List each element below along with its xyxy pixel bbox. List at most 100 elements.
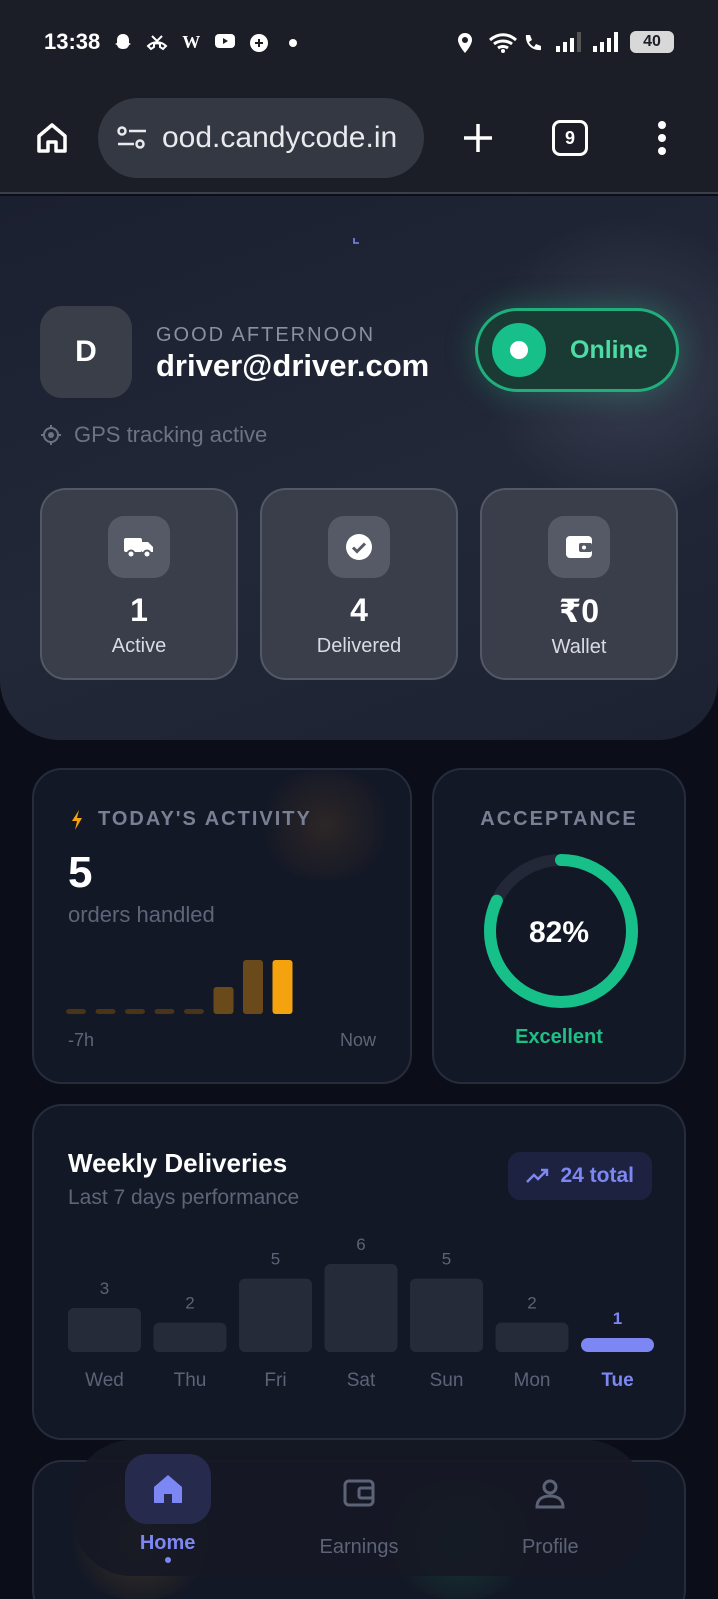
weekly-bar-value: 6	[356, 1238, 365, 1254]
signal-strength-icon-1	[556, 32, 581, 52]
tab-count-icon: 9	[552, 120, 588, 156]
activity-bar	[184, 1009, 204, 1014]
online-status-toggle[interactable]: Online	[475, 308, 679, 392]
weekly-deliveries-card[interactable]: Weekly Deliveries Last 7 days performanc…	[32, 1104, 686, 1440]
weekly-bar-value: 5	[442, 1250, 451, 1269]
missed-call-icon	[146, 32, 168, 52]
browser-toolbar: ood.candycode.in 9	[0, 84, 718, 194]
location-icon	[454, 32, 476, 53]
loading-spinner-icon	[353, 238, 359, 244]
greeting-text: GOOD AFTERNOON	[156, 324, 376, 346]
weekly-day-label: Sat	[347, 1370, 376, 1391]
driver-email: driver@driver.com	[156, 348, 430, 383]
stat-card-delivered[interactable]: 4 Delivered	[260, 488, 458, 680]
total-badge-text: 24 total	[560, 1164, 634, 1187]
status-left: 13:38 W	[44, 29, 304, 55]
snapchat-icon	[112, 32, 134, 52]
activity-bar	[66, 1009, 86, 1014]
trending-up-icon	[526, 1168, 549, 1183]
weekly-day-label: Sun	[430, 1370, 464, 1391]
weekly-day-label: Fri	[264, 1370, 286, 1391]
stat-value: 1	[130, 592, 148, 628]
url-bar[interactable]: ood.candycode.in	[98, 98, 424, 178]
nav-item-profile[interactable]: Profile	[480, 1458, 620, 1559]
more-notifications-dot-icon	[282, 32, 304, 52]
nav-item-home[interactable]: Home	[98, 1453, 238, 1563]
weekly-bar-value: 2	[527, 1294, 536, 1313]
nav-icon-wrap	[507, 1458, 593, 1528]
weekly-bar[interactable]	[410, 1278, 483, 1352]
activity-bar	[213, 987, 234, 1014]
weekly-bar-value: 2	[185, 1294, 194, 1313]
axis-start-label: -7h	[68, 1030, 95, 1050]
activity-card[interactable]: TODAY'S ACTIVITY 5 orders handled -7h No…	[32, 768, 412, 1084]
stat-icon-box	[108, 516, 170, 578]
wallet-icon	[566, 536, 592, 558]
activity-bar	[125, 1009, 145, 1014]
wifi-icon	[488, 32, 517, 53]
weekly-bar-value: 1	[613, 1309, 622, 1328]
home-icon	[153, 1474, 182, 1503]
weekly-bar[interactable]	[324, 1264, 398, 1352]
url-text: ood.candycode.in	[162, 121, 398, 154]
browser-menu-button[interactable]	[638, 114, 686, 162]
weekly-bar[interactable]	[68, 1308, 141, 1352]
status-right: 40	[454, 31, 674, 53]
acceptance-card[interactable]: ACCEPTANCE 82% Excellent	[432, 768, 686, 1084]
battery-icon: 40	[630, 31, 674, 53]
nav-label: Earnings	[319, 1535, 399, 1558]
activity-bar	[154, 1009, 175, 1014]
avatar[interactable]: D	[40, 306, 132, 398]
gps-status-text: GPS tracking active	[74, 422, 268, 447]
acceptance-value: 82%	[528, 916, 590, 949]
site-settings-icon	[117, 126, 146, 149]
stat-icon-box	[548, 516, 610, 578]
stat-card-wallet[interactable]: ₹0 Wallet	[480, 488, 678, 680]
weekly-day-label: Tue	[601, 1370, 633, 1391]
tab-switcher-button[interactable]: 9	[546, 114, 594, 162]
weekly-bar-value: 5	[271, 1250, 280, 1269]
weekly-bar[interactable]	[581, 1338, 654, 1352]
home-outline-icon	[37, 123, 67, 153]
nav-label: Profile	[521, 1535, 579, 1558]
activity-title: TODAY'S ACTIVITY	[70, 808, 312, 831]
browser-home-button[interactable]	[28, 114, 76, 162]
activity-title-text: TODAY'S ACTIVITY	[98, 808, 312, 830]
status-bar: 13:38 W 40	[0, 0, 718, 84]
weekly-bar[interactable]	[153, 1322, 227, 1352]
activity-bar	[95, 1009, 116, 1014]
youtube-icon	[214, 32, 236, 52]
activity-value: 5	[68, 848, 93, 897]
weekly-day-label: Thu	[174, 1370, 207, 1391]
stat-label: Wallet	[551, 636, 607, 658]
gps-target-icon	[41, 425, 61, 445]
app-notification-icon	[248, 32, 270, 52]
weekly-day-label: Wed	[85, 1370, 124, 1391]
nav-item-earnings[interactable]: Earnings	[289, 1458, 429, 1559]
stat-icon-box	[328, 516, 390, 578]
new-tab-button[interactable]	[454, 114, 502, 162]
stat-value: ₹0	[558, 593, 600, 629]
user-icon	[535, 1479, 565, 1508]
stat-label: Active	[111, 635, 167, 657]
signal-strength-icon-2	[593, 32, 618, 52]
acceptance-rating: Excellent	[515, 1026, 603, 1048]
weekly-bar-chart: 3 Wed 2 Thu 5 Fri 6 Sat 5 Sun 2 Mon 1 Tue	[68, 1238, 654, 1391]
nav-icon-wrap	[316, 1458, 402, 1528]
active-indicator-dot	[164, 1556, 171, 1563]
activity-sparkbar-chart	[66, 960, 293, 1014]
stat-card-active[interactable]: 1 Active	[40, 488, 238, 680]
wordpress-w-icon: W	[182, 32, 201, 52]
gps-status: GPS tracking active	[40, 422, 267, 448]
wallet-icon	[343, 1479, 375, 1506]
weekly-bar[interactable]	[495, 1322, 569, 1352]
axis-end-label: Now	[339, 1030, 376, 1050]
toggle-knob	[492, 323, 546, 377]
truck-icon	[124, 538, 153, 559]
driver-header: D GOOD AFTERNOON driver@driver.com Onlin…	[0, 196, 718, 740]
weekly-title: Weekly Deliveries	[68, 1148, 288, 1178]
status-time: 13:38	[44, 29, 101, 54]
weekly-bar[interactable]	[239, 1278, 312, 1352]
activity-bar	[243, 960, 263, 1014]
weekly-day-label: Mon	[514, 1370, 551, 1391]
